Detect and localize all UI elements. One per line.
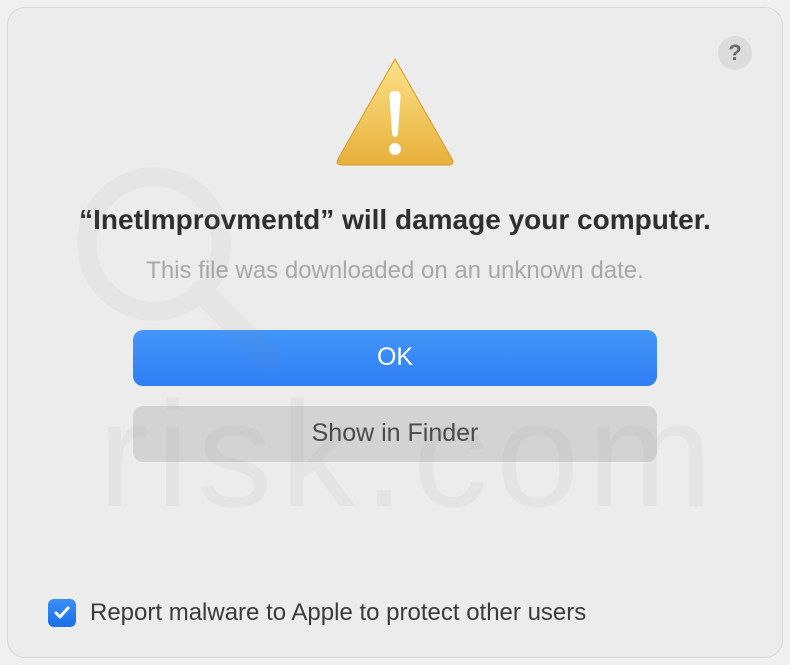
icon-container xyxy=(8,53,782,171)
checkmark-icon xyxy=(52,603,72,623)
report-malware-checkbox[interactable] xyxy=(48,599,76,627)
button-container: OK Show in Finder xyxy=(8,330,782,462)
dialog-subtitle: This file was downloaded on an unknown d… xyxy=(48,257,742,285)
show-in-finder-button[interactable]: Show in Finder xyxy=(133,406,657,462)
checkbox-row: Report malware to Apple to protect other… xyxy=(48,599,586,627)
ok-button[interactable]: OK xyxy=(133,330,657,386)
alert-dialog: risk.com ? “InetImprovmentd” will damage… xyxy=(7,7,783,658)
help-button[interactable]: ? xyxy=(718,36,752,70)
ok-button-label: OK xyxy=(377,343,413,372)
checkbox-label: Report malware to Apple to protect other… xyxy=(90,599,586,627)
dialog-title: “InetImprovmentd” will damage your compu… xyxy=(68,201,722,239)
warning-icon xyxy=(330,53,460,171)
show-in-finder-label: Show in Finder xyxy=(312,419,479,448)
help-icon: ? xyxy=(728,40,741,66)
